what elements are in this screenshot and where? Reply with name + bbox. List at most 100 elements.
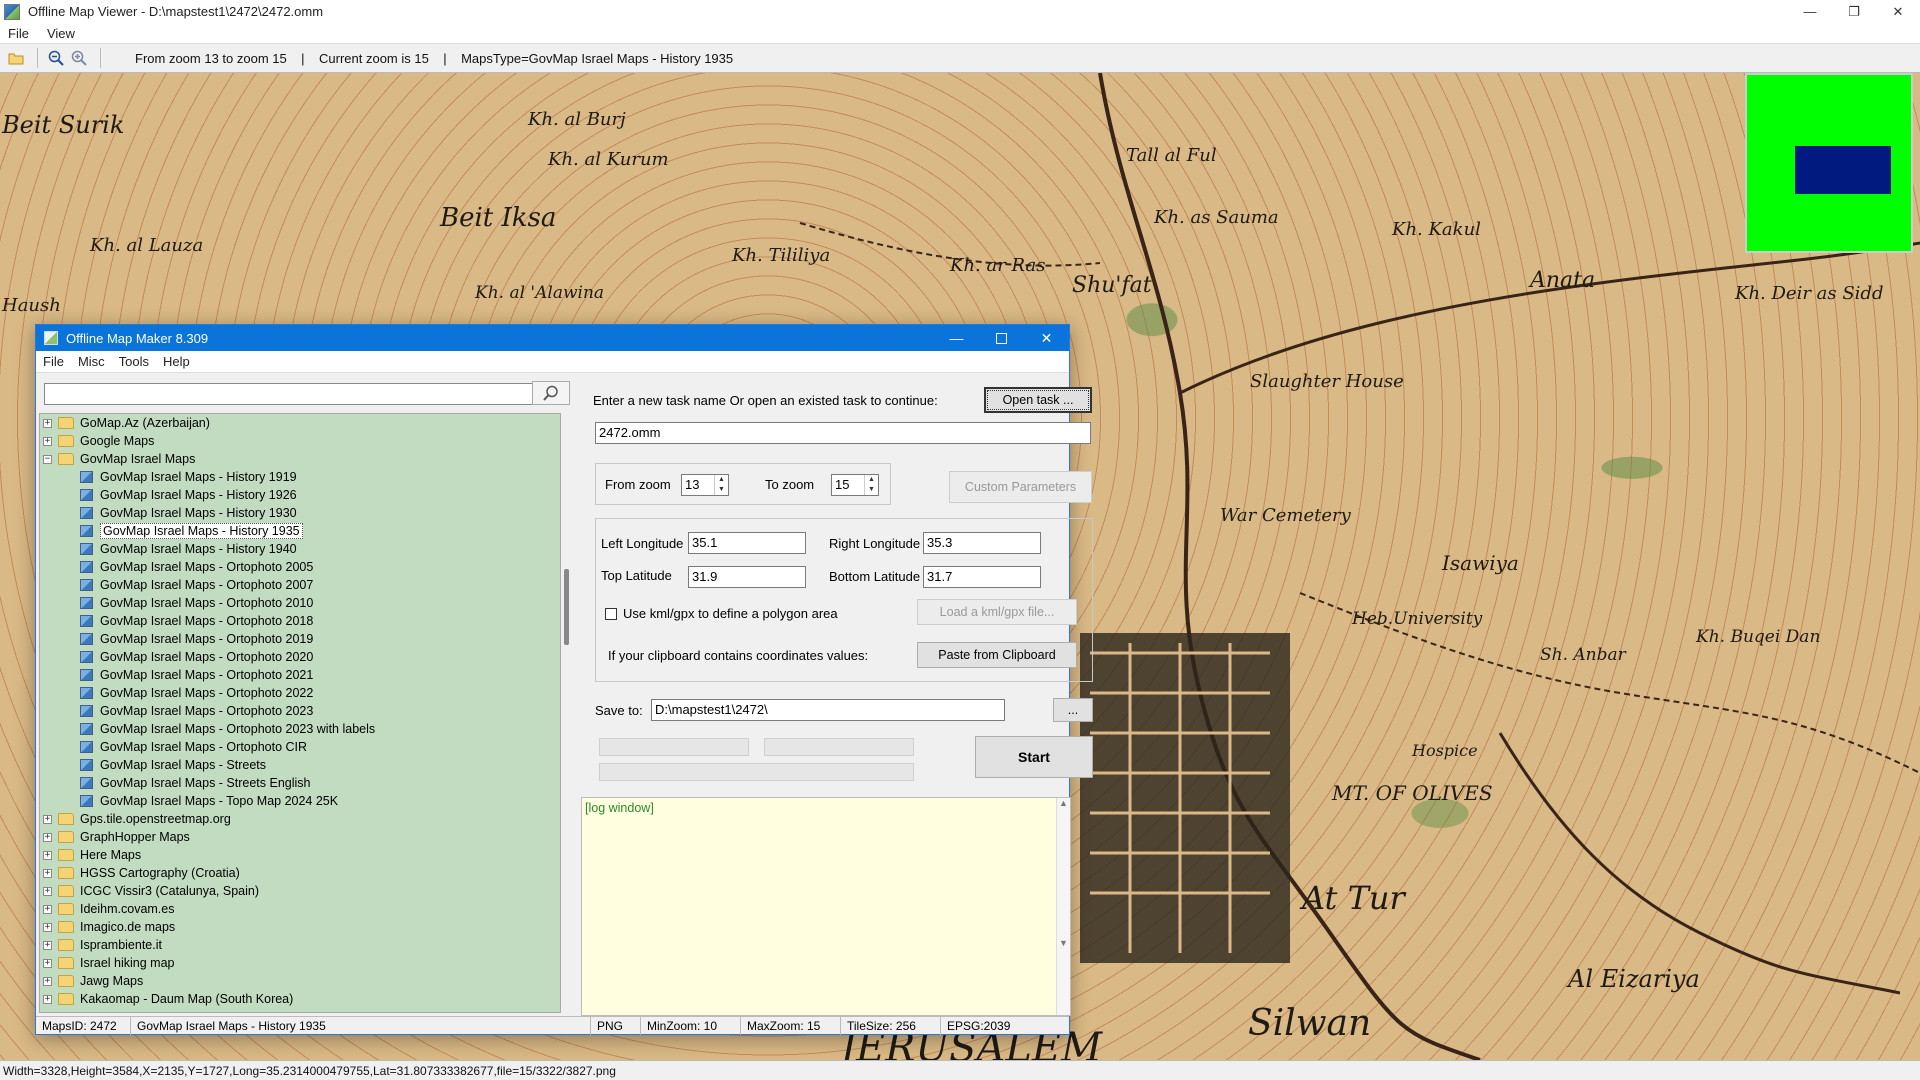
expand-icon[interactable]: +	[43, 886, 52, 896]
tree-map-item[interactable]: GovMap Israel Maps - Ortophoto 2005	[40, 558, 560, 576]
maximize-button[interactable]: ❐	[1832, 0, 1876, 23]
use-kml-checkbox[interactable]	[605, 608, 617, 620]
from-zoom-stepper[interactable]: 13 ▲ ▼	[681, 474, 729, 496]
tree-folder-item[interactable]: + Here Maps	[40, 846, 560, 864]
tree-map-item[interactable]: GovMap Israel Maps - Ortophoto 2007	[40, 576, 560, 594]
tree-folder-item[interactable]: + ICGC Vissir3 (Catalunya, Spain)	[40, 882, 560, 900]
dialog-menu-tools[interactable]: Tools	[119, 354, 149, 369]
tree-folder-item[interactable]: − GovMap Israel Maps	[40, 450, 560, 468]
tree-map-item[interactable]: GovMap Israel Maps - History 1926	[40, 486, 560, 504]
overview-minimap[interactable]	[1745, 73, 1913, 253]
expand-icon[interactable]: +	[43, 976, 52, 986]
save-to-field[interactable]: D:\mapstest1\2472\	[651, 699, 1005, 721]
expand-icon[interactable]: +	[43, 850, 52, 860]
tree-map-item[interactable]: GovMap Israel Maps - Ortophoto 2023 with…	[40, 720, 560, 738]
expand-icon[interactable]: +	[43, 904, 52, 914]
map-search-input[interactable]	[44, 383, 534, 405]
search-button[interactable]	[532, 381, 570, 405]
minimize-button[interactable]: —	[1788, 0, 1832, 23]
map-layer-icon	[80, 525, 93, 537]
dialog-minimize-button[interactable]: —	[934, 325, 979, 351]
tree-map-item[interactable]: GovMap Israel Maps - Streets English	[40, 774, 560, 792]
tree-folder-item[interactable]: + GraphHopper Maps	[40, 828, 560, 846]
map-layer-icon	[80, 795, 93, 807]
browse-button[interactable]: ...	[1053, 698, 1093, 722]
log-window[interactable]: [log window] ▲ ▼	[581, 797, 1071, 1016]
tree-map-item[interactable]: GovMap Israel Maps - Ortophoto 2018	[40, 612, 560, 630]
tree-folder-item[interactable]: + Imagico.de maps	[40, 918, 560, 936]
map-layer-icon	[80, 633, 93, 645]
start-button[interactable]: Start	[975, 736, 1093, 778]
task-name-field[interactable]: 2472.omm	[595, 422, 1091, 444]
tree-scrollbar[interactable]	[562, 413, 572, 1013]
tree-map-item[interactable]: GovMap Israel Maps - Ortophoto 2010	[40, 594, 560, 612]
dialog-maximize-button[interactable]	[979, 325, 1024, 351]
tree-map-item[interactable]: GovMap Israel Maps - Ortophoto CIR	[40, 738, 560, 756]
tree-map-item[interactable]: GovMap Israel Maps - History 1935	[40, 522, 560, 540]
folder-icon	[58, 903, 74, 915]
tree-scrollbar-thumb[interactable]	[564, 569, 569, 645]
viewer-toolbar: From zoom 13 to zoom 15 | Current zoom i…	[0, 43, 1920, 73]
spin-arrows-icon[interactable]: ▲ ▼	[714, 475, 728, 495]
collapse-icon[interactable]: −	[43, 454, 52, 464]
tree-folder-item[interactable]: + Gps.tile.openstreetmap.org	[40, 810, 560, 828]
right-longitude-field[interactable]: 35.3	[923, 532, 1041, 554]
task-prompt-label: Enter a new task name Or open an existed…	[593, 393, 938, 408]
zoom-in-icon[interactable]	[69, 48, 89, 68]
overview-viewport[interactable]	[1795, 146, 1891, 194]
log-scrollbar[interactable]: ▲ ▼	[1056, 798, 1070, 1015]
map-source-tree[interactable]: + GoMap.Az (Azerbaijan) + Google Maps − GovMa…	[39, 413, 561, 1013]
tree-map-item[interactable]: GovMap Israel Maps - Streets	[40, 756, 560, 774]
expand-icon[interactable]: +	[43, 814, 52, 824]
paste-from-clipboard-button[interactable]: Paste from Clipboard	[917, 642, 1077, 668]
tree-map-item[interactable]: GovMap Israel Maps - Topo Map 2024 25K	[40, 792, 560, 810]
bottom-latitude-field[interactable]: 31.7	[923, 566, 1041, 588]
tree-folder-item[interactable]: + HGSS Cartography (Croatia)	[40, 864, 560, 882]
dialog-close-button[interactable]: ✕	[1024, 325, 1069, 351]
custom-parameters-button[interactable]: Custom Parameters	[949, 471, 1092, 503]
expand-icon[interactable]: +	[43, 994, 52, 1004]
expand-icon[interactable]: +	[43, 940, 52, 950]
expand-icon[interactable]: +	[43, 958, 52, 968]
tree-map-item[interactable]: GovMap Israel Maps - Ortophoto 2020	[40, 648, 560, 666]
tree-map-item[interactable]: GovMap Israel Maps - Ortophoto 2019	[40, 630, 560, 648]
tree-map-item[interactable]: GovMap Israel Maps - Ortophoto 2022	[40, 684, 560, 702]
close-button[interactable]: ✕	[1876, 0, 1920, 23]
open-task-button[interactable]: Open task ...	[984, 387, 1092, 413]
dialog-menu-help[interactable]: Help	[163, 354, 190, 369]
tree-map-item[interactable]: GovMap Israel Maps - History 1940	[40, 540, 560, 558]
expand-icon[interactable]: +	[43, 868, 52, 878]
tree-folder-item[interactable]: + Ideihm.covam.es	[40, 900, 560, 918]
tree-map-item[interactable]: GovMap Israel Maps - Ortophoto 2023	[40, 702, 560, 720]
tree-map-item[interactable]: GovMap Israel Maps - History 1930	[40, 504, 560, 522]
spin-arrows-icon[interactable]: ▲ ▼	[864, 475, 878, 495]
dialog-menu-file[interactable]: File	[43, 354, 64, 369]
dialog-menu-misc[interactable]: Misc	[78, 354, 105, 369]
expand-icon[interactable]: +	[43, 436, 52, 446]
tree-item-label: GovMap Israel Maps	[80, 452, 196, 466]
load-kml-button[interactable]: Load a kml/gpx file...	[917, 599, 1077, 625]
tree-folder-item[interactable]: + Isprambiente.it	[40, 936, 560, 954]
open-folder-icon[interactable]	[6, 48, 26, 68]
expand-icon[interactable]: +	[43, 832, 52, 842]
tree-folder-item[interactable]: + Israel hiking map	[40, 954, 560, 972]
tree-folder-item[interactable]: + Jawg Maps	[40, 972, 560, 990]
expand-icon[interactable]: +	[43, 418, 52, 428]
tree-map-item[interactable]: GovMap Israel Maps - Ortophoto 2021	[40, 666, 560, 684]
zoom-out-icon[interactable]	[46, 48, 66, 68]
menu-view[interactable]: View	[47, 26, 75, 41]
left-longitude-field[interactable]: 35.1	[688, 532, 806, 554]
top-latitude-field[interactable]: 31.9	[688, 566, 806, 588]
tree-item-label: GovMap Israel Maps - Ortophoto 2023	[100, 704, 314, 718]
tree-map-item[interactable]: GovMap Israel Maps - History 1919	[40, 468, 560, 486]
tree-folder-item[interactable]: + GoMap.Az (Azerbaijan)	[40, 414, 560, 432]
map-layer-icon	[80, 723, 93, 735]
to-zoom-stepper[interactable]: 15 ▲ ▼	[831, 474, 879, 496]
tree-folder-item[interactable]: + Kakaomap - Daum Map (South Korea)	[40, 990, 560, 1008]
expand-icon[interactable]: +	[43, 922, 52, 932]
tree-folder-item[interactable]: + Google Maps	[40, 432, 560, 450]
from-zoom-value: 13	[685, 477, 700, 492]
map-label: At Tur	[1302, 879, 1405, 917]
map-label: Shu'fat	[1072, 273, 1152, 298]
menu-file[interactable]: File	[8, 26, 29, 41]
